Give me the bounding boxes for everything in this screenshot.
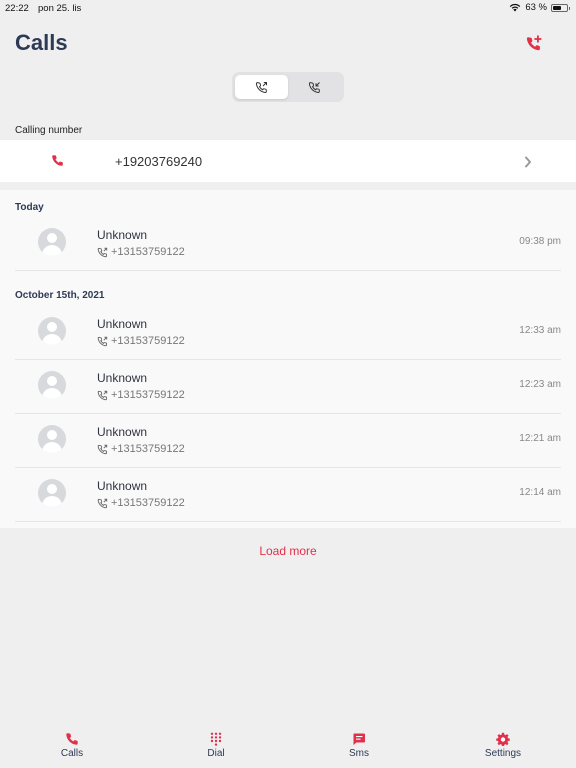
status-date: pon 25. lis — [38, 3, 82, 14]
outgoing-call-icon — [97, 336, 108, 346]
calling-number-value: +19203769240 — [115, 154, 203, 169]
caller-number: +13153759122 — [111, 335, 185, 347]
tab-calls-label: Calls — [60, 748, 84, 759]
gear-icon — [496, 732, 510, 746]
call-time: 09:38 pm — [519, 236, 561, 247]
page-title: Calls — [15, 30, 68, 55]
calling-number-row[interactable]: +19203769240 — [0, 140, 576, 182]
tab-sms[interactable]: Sms — [319, 722, 399, 768]
chevron-right-icon — [524, 155, 532, 173]
call-row[interactable]: Unknown +13153759122 12:14 am — [15, 468, 561, 522]
call-time: 12:33 am — [519, 325, 561, 336]
tab-sms-label: Sms — [349, 748, 369, 759]
status-right: 63 % — [509, 2, 570, 13]
avatar — [38, 425, 66, 453]
load-more-button[interactable]: Load more — [0, 544, 576, 558]
incoming-calls-tab[interactable] — [288, 75, 341, 99]
tab-dial[interactable]: Dial — [176, 722, 256, 768]
wifi-icon — [510, 3, 521, 12]
battery-percent: 63 % — [525, 2, 547, 13]
outgoing-call-icon — [97, 390, 108, 400]
avatar — [38, 479, 66, 507]
tab-settings[interactable]: Settings — [463, 722, 543, 768]
phone-icon — [51, 154, 64, 172]
tab-calls[interactable]: Calls — [32, 722, 112, 768]
battery-icon — [551, 3, 570, 12]
phone-plus-icon — [526, 35, 542, 51]
tab-settings-label: Settings — [484, 748, 522, 759]
dialpad-icon — [210, 732, 222, 746]
caller-number: +13153759122 — [111, 443, 185, 455]
caller-name: Unknown — [97, 479, 148, 493]
caller-number: +13153759122 — [111, 246, 185, 258]
outgoing-call-icon — [255, 81, 267, 93]
group-header-date: October 15th, 2021 — [15, 290, 105, 301]
call-row[interactable]: Unknown +13153759122 12:23 am — [15, 360, 561, 414]
caller-name: Unknown — [97, 228, 148, 242]
status-time: 22:22 — [5, 3, 29, 14]
avatar — [38, 317, 66, 345]
tab-bar: Calls Dial Sms Settings — [0, 722, 576, 768]
call-row[interactable]: Unknown +13153759122 12:21 am — [15, 414, 561, 468]
status-bar: 22:22 pon 25. lis 63 % — [0, 0, 576, 16]
add-call-button[interactable] — [525, 35, 543, 53]
avatar — [38, 228, 66, 256]
outgoing-calls-tab[interactable] — [235, 75, 288, 99]
outgoing-call-icon — [97, 247, 108, 257]
group-header-today: Today — [15, 202, 44, 213]
call-time: 12:21 am — [519, 433, 561, 444]
message-icon — [353, 733, 365, 745]
call-row[interactable]: Unknown +13153759122 09:38 pm — [15, 217, 561, 271]
tab-dial-label: Dial — [207, 748, 225, 759]
outgoing-call-icon — [97, 498, 108, 508]
avatar — [38, 371, 66, 399]
caller-number: +13153759122 — [111, 389, 185, 401]
caller-name: Unknown — [97, 425, 148, 439]
phone-icon — [66, 733, 78, 745]
call-row[interactable]: Unknown +13153759122 12:33 am — [15, 306, 561, 360]
call-direction-segmented-control — [232, 72, 344, 102]
call-time: 12:14 am — [519, 487, 561, 498]
incoming-call-icon — [308, 81, 320, 93]
caller-number: +13153759122 — [111, 497, 185, 509]
call-time: 12:23 am — [519, 379, 561, 390]
caller-name: Unknown — [97, 317, 148, 331]
outgoing-call-icon — [97, 444, 108, 454]
caller-name: Unknown — [97, 371, 148, 385]
call-history-list: Today Unknown +13153759122 09:38 pm Octo… — [0, 190, 576, 528]
calling-number-label: Calling number — [15, 125, 83, 136]
